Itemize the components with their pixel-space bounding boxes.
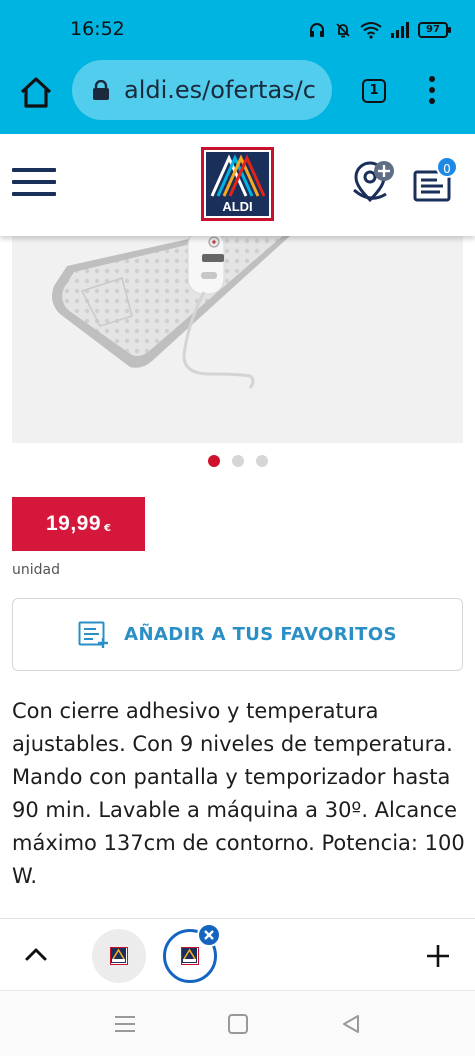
shopping-list-button[interactable]: 0: [412, 156, 460, 204]
price-badge: 19,99 €: [12, 497, 145, 551]
battery-icon: 97: [418, 22, 451, 38]
price-amount: 19,99: [45, 512, 102, 535]
close-icon[interactable]: [197, 923, 221, 947]
aldi-logo-mark: ALDI: [206, 152, 269, 216]
wifi-icon: [360, 22, 382, 39]
browser-toolbar: aldi.es/ofertas/c 1: [0, 60, 475, 134]
price-unit: unidad: [12, 562, 60, 578]
location-pin-plus-icon: [353, 161, 394, 203]
favorites-label: AÑADIR A TUS FAVORITOS: [124, 624, 397, 645]
price-currency: €: [104, 522, 112, 534]
tab-thumbnail-icon: [110, 947, 128, 965]
carousel-dots: [208, 455, 268, 467]
home-square-icon[interactable]: [228, 1014, 248, 1034]
address-bar[interactable]: aldi.es/ofertas/c: [72, 60, 332, 120]
plus-icon[interactable]: [425, 943, 451, 969]
back-triangle-icon[interactable]: [340, 1013, 362, 1035]
system-nav-bar: [0, 990, 475, 1056]
chevron-up-icon[interactable]: [22, 941, 50, 969]
lock-icon: [93, 80, 109, 100]
product-image[interactable]: [12, 236, 463, 443]
status-bar: 16:52 97: [0, 0, 475, 60]
tab-thumbnail[interactable]: [92, 929, 146, 983]
store-locator-button[interactable]: [350, 160, 398, 204]
carousel-dot[interactable]: [256, 455, 268, 467]
recent-apps-icon[interactable]: [114, 1015, 136, 1033]
browser-tab-bar: [0, 918, 475, 990]
status-icons: 97: [308, 18, 451, 42]
add-to-favorites-button[interactable]: AÑADIR A TUS FAVORITOS: [12, 598, 463, 671]
hamburger-menu-icon[interactable]: [12, 168, 56, 198]
signal-icon: [391, 22, 409, 38]
tab-count-button[interactable]: 1: [362, 79, 386, 103]
heating-pad-image: [52, 236, 290, 389]
logo-text: ALDI: [222, 199, 252, 214]
url-text[interactable]: aldi.es/ofertas/c: [124, 76, 324, 104]
list-add-icon: [78, 621, 109, 648]
tab-thumbnail-icon: [181, 947, 199, 965]
list-count-badge: 0: [436, 156, 458, 178]
product-description: Con cierre adhesivo y temperatura ajusta…: [12, 699, 465, 888]
site-header: ALDI 0: [0, 134, 475, 236]
headphones-icon: [310, 23, 324, 37]
home-icon[interactable]: [18, 75, 54, 111]
mute-icon: [336, 23, 350, 38]
status-time: 16:52: [70, 18, 125, 40]
carousel-dot[interactable]: [208, 455, 220, 467]
menu-dots-icon[interactable]: [424, 76, 440, 106]
carousel-dot[interactable]: [232, 455, 244, 467]
aldi-logo[interactable]: ALDI: [201, 147, 274, 221]
